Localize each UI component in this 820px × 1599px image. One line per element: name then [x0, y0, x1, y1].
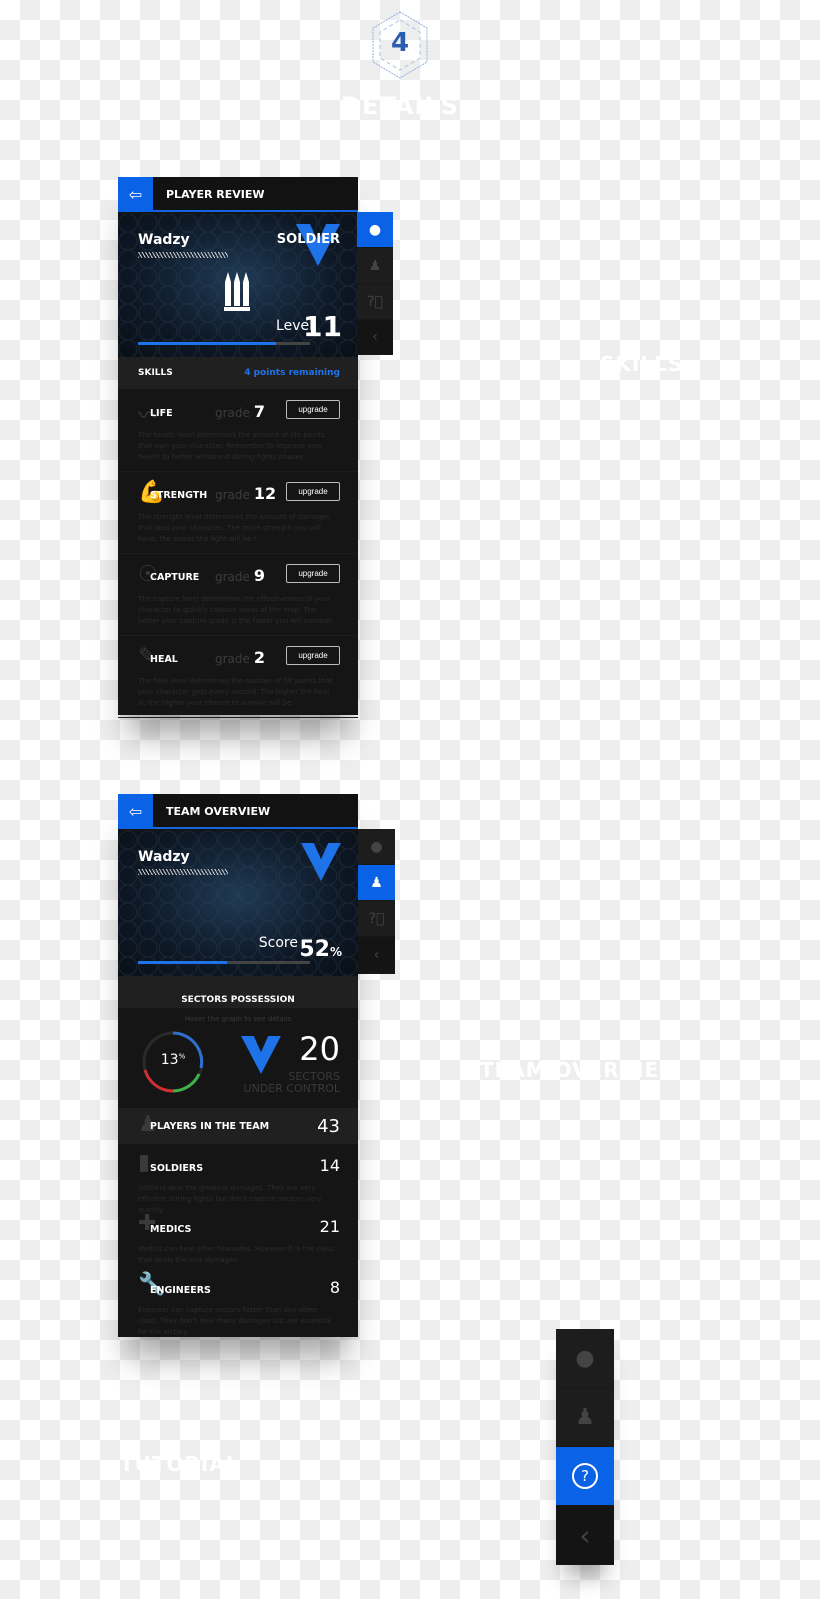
side-tabs: ● ♟ ?⃝ ‹ — [357, 212, 393, 355]
skills-label: SKILLS — [138, 368, 173, 378]
tutorial-side-tabs: ● ♟ ? ‹ — [556, 1329, 614, 1565]
class-label: ENGINEERS — [150, 1285, 211, 1296]
sectors-donut[interactable]: 13% — [141, 1030, 205, 1094]
skill-description: The heal level determines the number of … — [138, 677, 333, 707]
player-name: Wadzy — [138, 849, 190, 865]
name-underline — [138, 869, 228, 875]
v-logo-icon — [301, 843, 341, 881]
section-heading-team: TEAM OVERVIEW — [480, 1058, 683, 1082]
class-label: MEDICS — [150, 1224, 192, 1235]
panel-title: PLAYER REVIEW — [166, 188, 265, 201]
sectors-caption-2: UNDER CONTROL — [243, 1082, 340, 1095]
class-label: SOLDIERS — [150, 1163, 204, 1174]
player-review-panel: ⇦ PLAYER REVIEW Wadzy SOLDIER Level 11 S… — [118, 177, 358, 718]
class-count: 21 — [319, 1217, 340, 1236]
score-value: 52% — [299, 937, 342, 962]
class-row: ✚ MEDICS 21 Medics can heal other teamat… — [118, 1209, 358, 1270]
step-badge: 4 — [370, 10, 430, 80]
score-progress — [138, 961, 310, 964]
exit-icon[interactable]: ⇦ — [118, 794, 153, 829]
sectors-header: SECTORS POSSESSION — [118, 976, 358, 1008]
player-name: Wadzy — [138, 232, 190, 248]
class-description: Engineer can capture sectors faster than… — [138, 1306, 332, 1336]
upgrade-button[interactable]: upgrade — [286, 482, 340, 501]
v-logo-icon — [241, 1036, 281, 1074]
skill-row: ✎ HEAL grade 2 upgrade The heal level det… — [118, 636, 358, 718]
team-tab-icon[interactable]: ♟ — [358, 865, 395, 901]
player-class: SOLDIER — [276, 232, 340, 247]
team-tab-icon[interactable]: ♟ — [357, 248, 393, 284]
hover-hint: Hover the graph to see détails — [184, 1015, 292, 1023]
team-tab-icon[interactable]: ♟ — [556, 1388, 614, 1447]
section-heading-skills: SKILLS — [600, 352, 684, 376]
skill-grade: grade 2 — [215, 648, 266, 667]
name-underline — [138, 252, 228, 258]
score-label: Score — [258, 935, 298, 951]
players-bar: ♟ PLAYERS IN THE TEAM 43 — [118, 1108, 358, 1144]
step-number: 4 — [390, 28, 410, 58]
skill-label: HEAL — [150, 654, 178, 665]
page-title: DETAILS — [341, 92, 459, 120]
player-tab-icon[interactable]: ● — [358, 829, 395, 865]
skill-row: 〰 LIFE grade 7 upgrade The health level d… — [118, 390, 358, 472]
skill-grade: grade 7 — [215, 402, 266, 421]
donut-percent: 13% — [160, 1052, 186, 1068]
upgrade-button[interactable]: upgrade — [286, 564, 340, 583]
class-description: Medics can heal other teamates. However … — [138, 1245, 334, 1264]
help-tab-icon[interactable]: ?⃝ — [357, 284, 393, 320]
skill-description: The capture level determines the effecti… — [138, 595, 335, 625]
skill-row: 💪 STRENGTH grade 12 upgrade The strength … — [118, 472, 358, 554]
bullets-icon — [224, 272, 250, 311]
skill-grade: grade 12 — [215, 484, 277, 503]
class-row: ▮ SOLDIERS 14 Soldiers deal the greatest… — [118, 1148, 358, 1214]
team-hero: Wadzy Score 52% — [118, 831, 358, 976]
collapse-chevron-icon[interactable]: ‹ — [358, 937, 395, 974]
sectors-count: 20 — [299, 1030, 340, 1068]
skill-description: The health level determines the amount o… — [138, 431, 325, 461]
player-tab-icon[interactable]: ● — [357, 212, 393, 248]
collapse-chevron-icon[interactable]: ‹ — [556, 1506, 614, 1565]
players-count: 43 — [317, 1116, 340, 1137]
player-hero: Wadzy SOLDIER Level 11 — [118, 214, 358, 357]
skill-label: CAPTURE — [150, 572, 200, 583]
level-progress — [138, 342, 310, 345]
help-tab-icon[interactable]: ? — [556, 1447, 614, 1506]
class-row: 🔧 ENGINEERS 8 Engineer can capture secto… — [118, 1270, 358, 1336]
sectors-label: SECTORS POSSESSION — [181, 995, 295, 1005]
skill-row: ☉ CAPTURE grade 9 upgrade The capture lev… — [118, 554, 358, 636]
team-overview-panel: ⇦ TEAM OVERVIEW Wadzy Score 52% SECTORS … — [118, 794, 358, 1337]
player-tab-icon[interactable]: ● — [556, 1329, 614, 1388]
level-value: 11 — [303, 310, 342, 343]
class-count: 8 — [329, 1278, 340, 1297]
upgrade-button[interactable]: upgrade — [286, 400, 340, 419]
players-label: PLAYERS IN THE TEAM — [150, 1121, 270, 1132]
skill-label: LIFE — [150, 408, 173, 419]
panel-header: ⇦ TEAM OVERVIEW — [118, 794, 358, 829]
section-heading-tutorial: TUTORIAL — [120, 1452, 240, 1476]
panel-title: TEAM OVERVIEW — [166, 805, 271, 818]
bullets-icon: ▮ — [138, 1150, 151, 1175]
skill-label: STRENGTH — [150, 490, 208, 501]
panel-header: ⇦ PLAYER REVIEW — [118, 177, 358, 212]
collapse-chevron-icon[interactable]: ‹ — [357, 320, 393, 355]
points-remaining: 4 points remaining — [244, 368, 340, 378]
exit-icon[interactable]: ⇦ — [118, 177, 153, 212]
help-tab-icon[interactable]: ?⃝ — [358, 901, 395, 937]
skill-grade: grade 9 — [215, 566, 266, 585]
skills-header: SKILLS 4 points remaining — [118, 357, 358, 389]
side-tabs: ● ♟ ?⃝ ‹ — [358, 829, 395, 974]
skill-description: The strength level determines the amount… — [138, 513, 330, 543]
class-count: 14 — [319, 1156, 340, 1175]
upgrade-button[interactable]: upgrade — [286, 646, 340, 665]
